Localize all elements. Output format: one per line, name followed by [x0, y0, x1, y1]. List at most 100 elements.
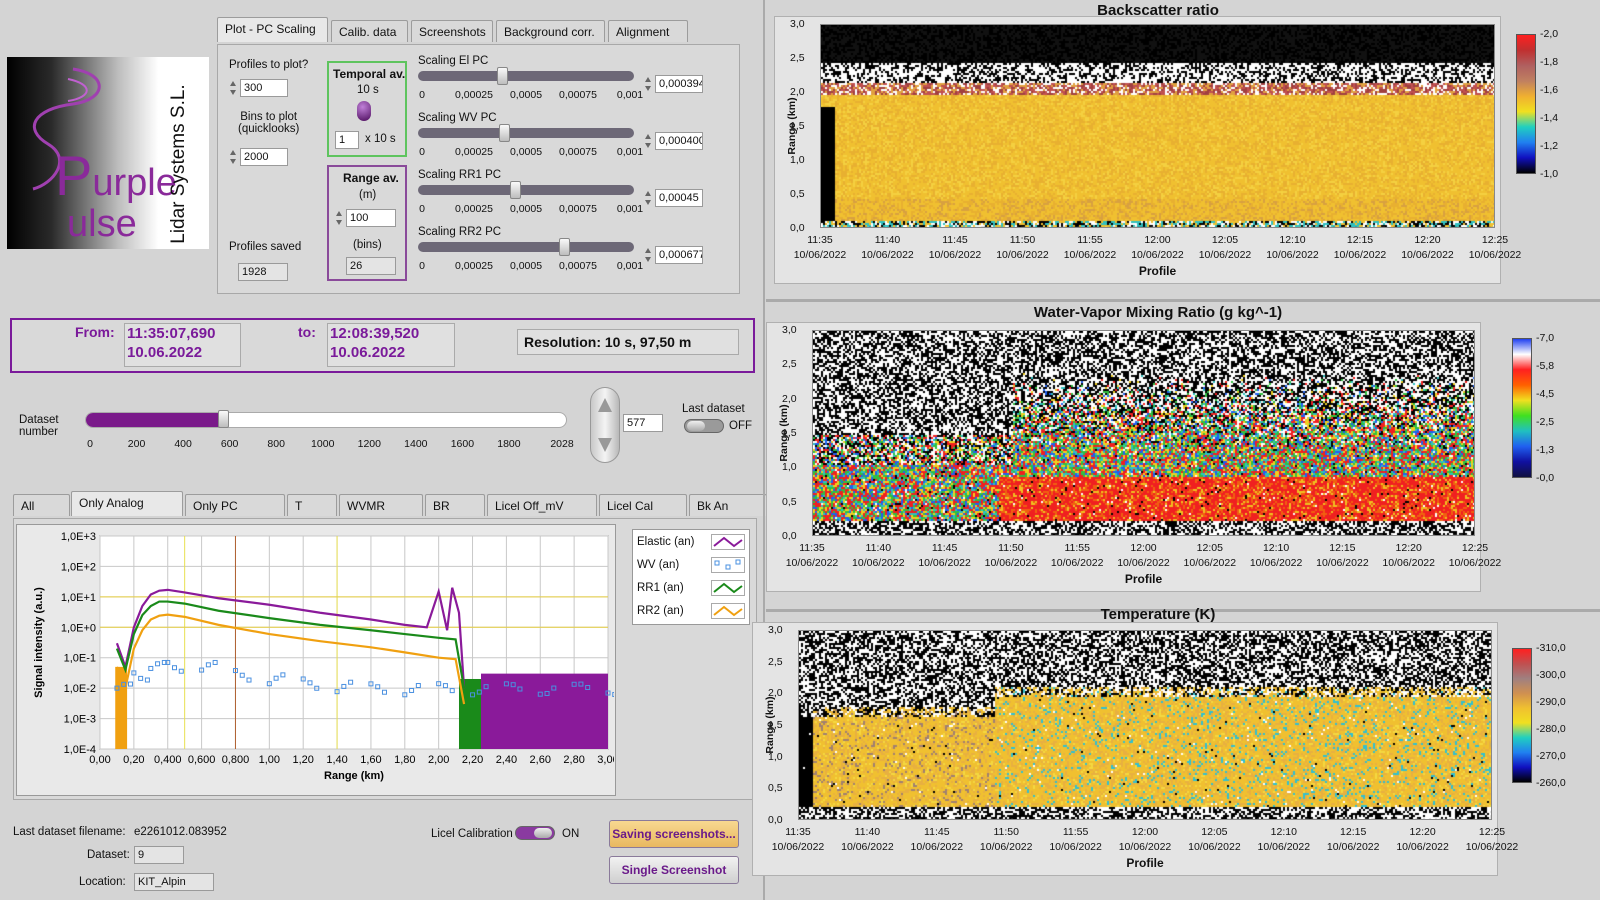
range-av-spinner[interactable] — [335, 209, 344, 227]
x-tick-date: 10/06/2022 — [1188, 841, 1241, 853]
tab-only-pc[interactable]: Only PC — [185, 494, 285, 516]
x-tick-time: 12:25 — [1461, 542, 1489, 554]
scaling-slider[interactable] — [418, 71, 634, 81]
temporal-av-value: 10 s — [357, 84, 379, 96]
scaling-slider-thumb[interactable] — [510, 181, 522, 199]
chevron-down-icon[interactable] — [598, 438, 612, 452]
x-tick-date: 10/06/2022 — [1257, 841, 1311, 853]
scaling-tick: 0 — [419, 89, 425, 101]
temporal-av-label: Temporal av. — [333, 67, 406, 81]
scaling-spinner[interactable] — [644, 189, 653, 207]
tab-background-corr[interactable]: Background corr. — [496, 20, 605, 42]
x-tick-time: 12:15 — [1340, 826, 1367, 838]
tab-br[interactable]: BR — [425, 494, 485, 516]
x-tick-date: 10/06/2022 — [1183, 557, 1237, 569]
resolution-display: Resolution: 10 s, 97,50 m — [517, 329, 739, 355]
dataset-slider[interactable] — [85, 410, 567, 428]
legend-swatch — [711, 580, 745, 596]
dataset-slider-thumb[interactable] — [217, 410, 229, 428]
saving-screenshots-button[interactable]: Saving screenshots... — [609, 820, 739, 848]
profiles-saved-label: Profiles saved — [229, 241, 302, 253]
scaling-tick: 0 — [419, 146, 425, 158]
heatmap-divider-1 — [766, 299, 1600, 302]
tab-only-analog[interactable]: Only Analog — [71, 491, 183, 516]
tab-bk-an[interactable]: Bk An — [689, 494, 767, 516]
y-tick-label: 0,0 — [782, 530, 797, 542]
tab-calib-data[interactable]: Calib. data — [331, 20, 408, 42]
y-axis-label: Range (km) — [764, 696, 776, 754]
x-tick-date: 10/06/2022 — [1401, 249, 1454, 261]
scaling-slider-thumb[interactable] — [497, 67, 509, 85]
tab-licel-cal[interactable]: Licel Cal — [599, 494, 687, 516]
tab-screenshots[interactable]: Screenshots — [411, 20, 493, 42]
dataset-updown-button[interactable] — [590, 387, 620, 463]
scaling-tick: 0 — [419, 260, 425, 272]
chevron-up-icon[interactable] — [598, 398, 612, 412]
chart-title: Water-Vapor Mixing Ratio (g kg^-1) — [1033, 304, 1283, 321]
y-tick-label: 2,5 — [790, 52, 805, 64]
scaling-value-input[interactable]: 0,000677 — [655, 246, 703, 264]
filename-label: Last dataset filename: — [13, 826, 126, 838]
single-screenshot-button[interactable]: Single Screenshot — [609, 856, 739, 884]
tab-all[interactable]: All — [13, 494, 70, 516]
tab-wvmr[interactable]: WVMR — [339, 494, 423, 516]
x-tick-date: 10/06/2022 — [841, 841, 894, 853]
scaling-value-input[interactable]: 0,00045 — [655, 189, 703, 207]
x-tick-date: 10/06/2022 — [785, 557, 839, 569]
x-tick-date: 10/06/2022 — [1266, 249, 1319, 261]
x-tick-label: 0,20 — [123, 754, 144, 766]
x-tick-label: 1,40 — [326, 754, 347, 766]
colorbar-tick: -1,8 — [1540, 56, 1559, 68]
last-dataset-toggle[interactable] — [684, 419, 724, 433]
colorbar-tick: -1,2 — [1540, 140, 1559, 152]
x-tick-date: 10/06/2022 — [1049, 841, 1102, 853]
tab-licel-off-mv[interactable]: Licel Off_mV — [487, 494, 597, 516]
scaling-value-input[interactable]: 0,000400 — [655, 132, 703, 150]
tab-alignment[interactable]: Alignment — [608, 20, 688, 42]
scaling-tick: 0,001 — [616, 89, 644, 101]
colorbar-tick: -5,8 — [1536, 360, 1555, 372]
legend-entry: RR2 (an) — [637, 605, 684, 617]
tab-t[interactable]: T — [287, 494, 337, 516]
scaling-value-input[interactable]: 0,000394 — [655, 75, 703, 93]
x-tick-time: 12:10 — [1279, 234, 1306, 246]
tab-plot-pc-scaling[interactable]: Plot - PC Scaling — [217, 17, 328, 42]
scaling-spinner[interactable] — [644, 75, 653, 93]
dataset-footer-value: 9 — [134, 846, 184, 864]
scaling-slider[interactable] — [418, 185, 634, 195]
bins-to-plot-spinner[interactable] — [229, 148, 238, 166]
temporal-av-knob[interactable] — [357, 101, 371, 121]
licel-calibration-toggle[interactable] — [515, 826, 555, 840]
x-tick-date: 10/06/2022 — [771, 841, 825, 853]
colorbar-tick: -280,0 — [1536, 723, 1566, 735]
colorbar-tick: -1,0 — [1540, 168, 1559, 180]
range-av-unit-bins: (bins) — [353, 239, 382, 251]
x-tick-time: 11:50 — [998, 542, 1024, 554]
legend-entry: RR1 (an) — [637, 582, 684, 594]
scaling-slider-thumb[interactable] — [499, 124, 511, 142]
x-tick-time: 11:45 — [924, 826, 950, 838]
profiles-to-plot-spinner[interactable] — [229, 79, 238, 97]
dataset-tick: 800 — [267, 438, 285, 450]
scaling-spinner[interactable] — [644, 132, 653, 150]
scaling-tick: 0,00075 — [559, 203, 597, 215]
dataset-tick: 600 — [220, 438, 239, 450]
scaling-slider-thumb[interactable] — [559, 238, 571, 256]
y-tick-label: 3,0 — [782, 324, 797, 336]
heatmap-canvas — [799, 631, 1491, 819]
y-tick-label: 1,0E-4 — [64, 744, 96, 756]
colorbar-tick: -260,0 — [1536, 777, 1566, 789]
range-av-m-input[interactable]: 100 — [346, 209, 396, 227]
scaling-spinner[interactable] — [644, 246, 653, 264]
profiles-to-plot-input[interactable]: 300 — [240, 79, 288, 97]
bins-to-plot-input[interactable]: 2000 — [240, 148, 288, 166]
dataset-number-input[interactable]: 577 — [623, 414, 663, 432]
licel-calibration-label: Licel Calibration — [431, 828, 513, 840]
dataset-tick: 1000 — [311, 438, 335, 450]
elastic-noise — [481, 673, 608, 749]
x-tick-date: 10/06/2022 — [1333, 249, 1387, 261]
scaling-slider[interactable] — [418, 242, 634, 252]
temporal-av-factor-input[interactable]: 1 — [335, 131, 359, 149]
scaling-slider[interactable] — [418, 128, 634, 138]
filename-value: e2261012.083952 — [134, 826, 227, 838]
